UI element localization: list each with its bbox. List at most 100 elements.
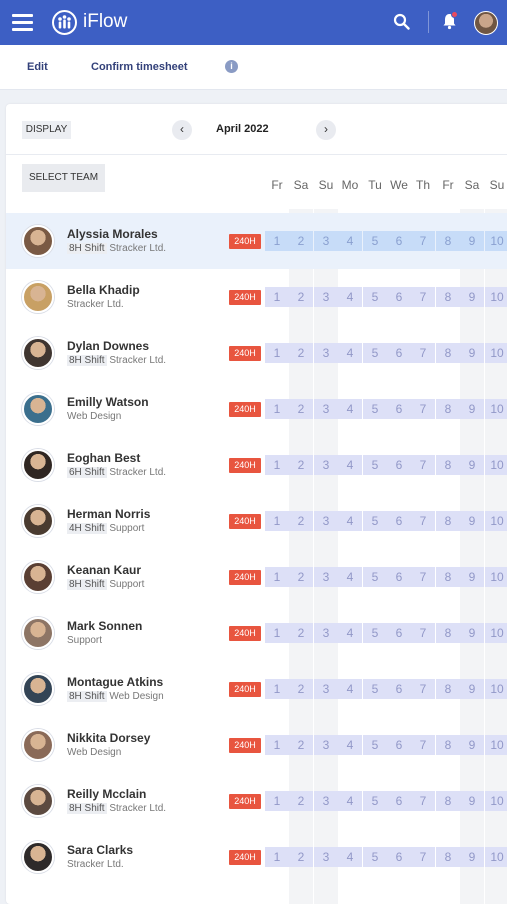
day-cell[interactable]: 1 — [265, 231, 289, 251]
day-cell[interactable]: 2 — [289, 679, 313, 699]
day-cell[interactable]: 8 — [436, 847, 460, 867]
day-cell[interactable]: 7 — [411, 847, 435, 867]
day-cell[interactable]: 8 — [436, 287, 460, 307]
day-cell[interactable]: 2 — [289, 567, 313, 587]
day-cell[interactable]: 1 — [265, 455, 289, 475]
day-cell[interactable]: 6 — [387, 343, 411, 363]
employee-row[interactable]: Alyssia Morales 8H Shift Stracker Ltd. 240… — [6, 213, 507, 269]
info-icon[interactable]: i — [225, 60, 238, 73]
employee-row[interactable]: Emilly Watson Web Design 240H 1 2 3 4 5 6 7 8 9 10 — [6, 381, 507, 437]
day-cell[interactable]: 3 — [314, 287, 338, 307]
day-cell[interactable]: 9 — [460, 623, 484, 643]
menu-icon[interactable] — [12, 14, 33, 31]
day-cell[interactable]: 3 — [314, 343, 338, 363]
day-cell[interactable]: 2 — [289, 847, 313, 867]
day-cell[interactable]: 5 — [363, 343, 387, 363]
day-cell[interactable]: 6 — [387, 455, 411, 475]
day-cell[interactable]: 9 — [460, 511, 484, 531]
search-icon[interactable] — [393, 13, 410, 30]
day-cell[interactable]: 8 — [436, 735, 460, 755]
day-cell[interactable]: 10 — [485, 343, 507, 363]
day-cell[interactable]: 10 — [485, 679, 507, 699]
day-cell[interactable]: 8 — [436, 679, 460, 699]
day-cell[interactable]: 3 — [314, 455, 338, 475]
day-cell[interactable]: 10 — [485, 791, 507, 811]
employee-row[interactable]: Bella Khadip Stracker Ltd. 240H 1 2 3 4 5 6 7 8 9 10 — [6, 269, 507, 325]
display-button[interactable]: DISPLAY — [22, 121, 71, 139]
day-cell[interactable]: 4 — [338, 679, 362, 699]
employee-row[interactable]: Dylan Downes 8H Shift Stracker Ltd. 240H 1 2… — [6, 325, 507, 381]
day-cell[interactable]: 4 — [338, 791, 362, 811]
day-cell[interactable]: 8 — [436, 623, 460, 643]
day-cell[interactable]: 7 — [411, 343, 435, 363]
day-cell[interactable]: 9 — [460, 679, 484, 699]
day-cell[interactable]: 8 — [436, 567, 460, 587]
day-cell[interactable]: 9 — [460, 791, 484, 811]
day-cell[interactable]: 6 — [387, 287, 411, 307]
day-cell[interactable]: 3 — [314, 623, 338, 643]
day-cell[interactable]: 3 — [314, 847, 338, 867]
day-cell[interactable]: 8 — [436, 511, 460, 531]
day-cell[interactable]: 2 — [289, 511, 313, 531]
day-cell[interactable]: 7 — [411, 399, 435, 419]
day-cell[interactable]: 7 — [411, 287, 435, 307]
day-cell[interactable]: 10 — [485, 287, 507, 307]
day-cell[interactable]: 2 — [289, 735, 313, 755]
day-cell[interactable]: 9 — [460, 399, 484, 419]
day-cell[interactable]: 2 — [289, 455, 313, 475]
day-cell[interactable]: 3 — [314, 679, 338, 699]
day-cell[interactable]: 6 — [387, 791, 411, 811]
day-cell[interactable]: 10 — [485, 231, 507, 251]
employee-row[interactable]: Sara Clarks Stracker Ltd. 240H 1 2 3 4 5 6 7 8 9 10 — [6, 829, 507, 885]
day-cell[interactable]: 4 — [338, 231, 362, 251]
day-cell[interactable]: 1 — [265, 791, 289, 811]
day-cell[interactable]: 3 — [314, 399, 338, 419]
day-cell[interactable]: 3 — [314, 511, 338, 531]
day-cell[interactable]: 7 — [411, 455, 435, 475]
day-cell[interactable]: 6 — [387, 511, 411, 531]
employee-row[interactable]: Montague Atkins 8H Shift Web Design 240H 1 2… — [6, 661, 507, 717]
employee-row[interactable]: Mark Sonnen Support 240H 1 2 3 4 5 6 7 8 9 10 — [6, 605, 507, 661]
day-cell[interactable]: 10 — [485, 399, 507, 419]
day-cell[interactable]: 4 — [338, 735, 362, 755]
day-cell[interactable]: 9 — [460, 343, 484, 363]
day-cell[interactable]: 9 — [460, 455, 484, 475]
employee-row[interactable]: Nikkita Dorsey Web Design 240H 1 2 3 4 5 6 7 8 9 10 — [6, 717, 507, 773]
day-cell[interactable]: 5 — [363, 679, 387, 699]
day-cell[interactable]: 4 — [338, 623, 362, 643]
employee-row[interactable]: Keanan Kaur 8H Shift Support 240H 1 2 3 4 5 6 7 8 9… — [6, 549, 507, 605]
day-cell[interactable]: 5 — [363, 231, 387, 251]
day-cell[interactable]: 3 — [314, 567, 338, 587]
day-cell[interactable]: 4 — [338, 511, 362, 531]
day-cell[interactable]: 7 — [411, 231, 435, 251]
day-cell[interactable]: 6 — [387, 567, 411, 587]
day-cell[interactable]: 1 — [265, 735, 289, 755]
day-cell[interactable]: 5 — [363, 455, 387, 475]
day-cell[interactable]: 3 — [314, 791, 338, 811]
day-cell[interactable]: 4 — [338, 343, 362, 363]
select-team-button[interactable]: SELECT TEAM — [22, 164, 105, 192]
day-cell[interactable]: 5 — [363, 623, 387, 643]
day-cell[interactable]: 7 — [411, 623, 435, 643]
day-cell[interactable]: 10 — [485, 511, 507, 531]
day-cell[interactable]: 6 — [387, 847, 411, 867]
day-cell[interactable]: 6 — [387, 735, 411, 755]
day-cell[interactable]: 4 — [338, 847, 362, 867]
day-cell[interactable]: 2 — [289, 287, 313, 307]
day-cell[interactable]: 7 — [411, 679, 435, 699]
day-cell[interactable]: 6 — [387, 399, 411, 419]
day-cell[interactable]: 7 — [411, 567, 435, 587]
day-cell[interactable]: 10 — [485, 455, 507, 475]
day-cell[interactable]: 1 — [265, 399, 289, 419]
day-cell[interactable]: 6 — [387, 623, 411, 643]
day-cell[interactable]: 2 — [289, 791, 313, 811]
day-cell[interactable]: 2 — [289, 399, 313, 419]
day-cell[interactable]: 5 — [363, 847, 387, 867]
day-cell[interactable]: 10 — [485, 567, 507, 587]
day-cell[interactable]: 9 — [460, 231, 484, 251]
day-cell[interactable]: 5 — [363, 287, 387, 307]
day-cell[interactable]: 5 — [363, 791, 387, 811]
day-cell[interactable]: 1 — [265, 343, 289, 363]
day-cell[interactable]: 1 — [265, 567, 289, 587]
day-cell[interactable]: 10 — [485, 623, 507, 643]
